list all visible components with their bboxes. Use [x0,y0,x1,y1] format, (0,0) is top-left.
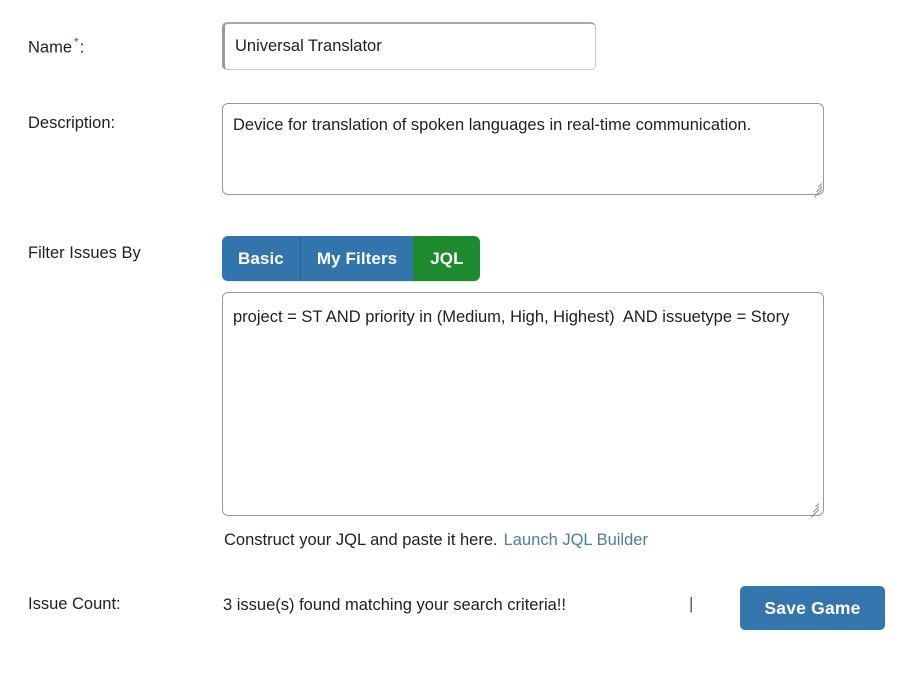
filter-issues-label: Filter Issues By [28,244,141,262]
jql-textarea[interactable]: project = ST AND priority in (Medium, Hi… [222,292,824,516]
name-label-text: Name [28,38,73,57]
jql-help-text: Construct your JQL and paste it here. [224,531,498,549]
description-textarea[interactable]: Device for translation of spoken languag… [222,103,824,195]
issue-count-label: Issue Count: [28,595,121,613]
issue-count-row: Issue Count: 3 issue(s) found matching y… [0,586,920,636]
tab-basic[interactable]: Basic [222,236,300,281]
required-asterisk: * [74,35,79,49]
separator-pipe: | [689,594,694,613]
tab-jql[interactable]: JQL [413,236,480,281]
filter-issues-row: Filter Issues By Basic My Filters JQL [0,236,920,285]
name-input[interactable] [222,22,596,70]
jql-row: project = ST AND priority in (Medium, Hi… [0,292,920,518]
jql-help-row: Construct your JQL and paste it here. Lau… [0,531,920,557]
issue-filter-form: Name*: Description: Device for translati… [0,0,920,676]
name-label-colon: : [79,38,85,57]
save-game-button[interactable]: Save Game [740,586,885,630]
description-label: Description: [28,114,116,132]
name-label: Name *: [28,32,84,58]
tab-my-filters[interactable]: My Filters [299,236,414,281]
filter-tab-group: Basic My Filters JQL [222,236,480,281]
issue-count-result: 3 issue(s) found matching your search cr… [223,596,566,614]
jql-help-text-container: Construct your JQL and paste it here. Lau… [224,531,648,550]
launch-jql-builder-link[interactable]: Launch JQL Builder [504,531,648,549]
description-row: Description: Device for translation of s… [0,103,920,199]
name-row: Name *: [0,22,920,82]
